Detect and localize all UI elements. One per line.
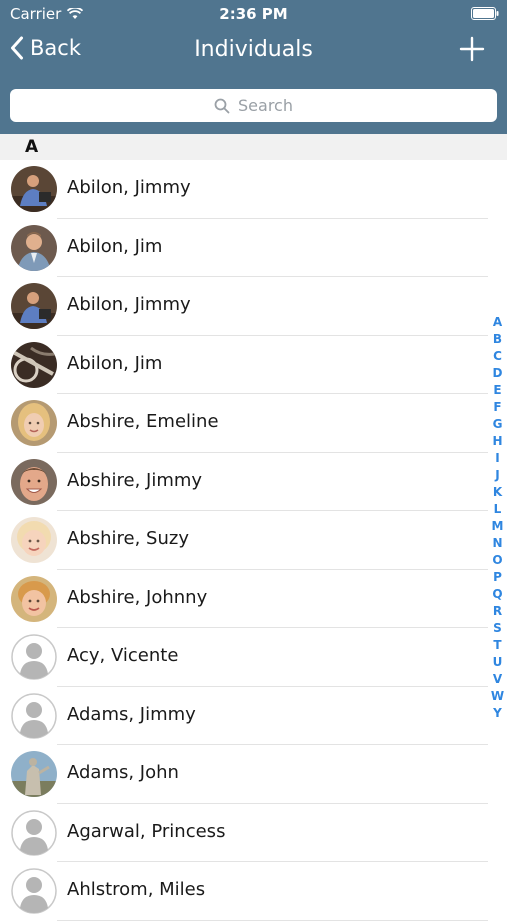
avatar bbox=[11, 400, 57, 446]
avatar bbox=[11, 575, 57, 622]
index-letter[interactable]: G bbox=[488, 416, 507, 433]
index-letter[interactable]: T bbox=[488, 637, 507, 654]
avatar bbox=[11, 634, 57, 680]
contact-name: Ahlstrom, Miles bbox=[67, 879, 206, 900]
status-time: 2:36 PM bbox=[219, 5, 288, 23]
contact-name: Abilon, Jimmy bbox=[67, 177, 191, 198]
index-letter[interactable]: Y bbox=[488, 705, 507, 722]
index-letter[interactable]: R bbox=[488, 603, 507, 620]
contact-row[interactable]: Adams, John bbox=[0, 745, 507, 804]
index-letter[interactable]: A bbox=[488, 314, 507, 331]
contact-row[interactable]: Ahlstrom, Miles bbox=[0, 862, 507, 921]
search-placeholder: Search bbox=[238, 96, 293, 115]
alphabet-index[interactable]: ABCDEFGHIJKLMNOPQRSTUVWY bbox=[488, 314, 507, 722]
avatar bbox=[11, 517, 57, 563]
contact-row[interactable]: Abilon, Jim bbox=[0, 219, 507, 278]
status-bar: Carrier 2:36 PM bbox=[0, 0, 507, 30]
index-letter[interactable]: V bbox=[488, 671, 507, 688]
index-letter[interactable]: S bbox=[488, 620, 507, 637]
index-letter[interactable]: I bbox=[488, 450, 507, 467]
search-input[interactable]: Search bbox=[10, 89, 497, 122]
contact-name: Adams, Jimmy bbox=[67, 703, 196, 725]
avatar bbox=[11, 692, 57, 739]
contact-name: Agarwal, Princess bbox=[67, 820, 226, 842]
index-letter[interactable]: C bbox=[488, 348, 507, 365]
contact-row[interactable]: Abshire, Suzy bbox=[0, 511, 507, 570]
index-letter[interactable]: H bbox=[488, 433, 507, 450]
avatar bbox=[11, 809, 57, 856]
index-letter[interactable]: W bbox=[488, 688, 507, 705]
contact-name: Abilon, Jim bbox=[67, 235, 163, 257]
index-letter[interactable]: N bbox=[488, 535, 507, 552]
avatar bbox=[11, 458, 57, 505]
index-letter[interactable]: E bbox=[488, 382, 507, 399]
nav-bar: Back Individuals bbox=[0, 30, 507, 76]
contact-name: Adams, John bbox=[67, 762, 179, 783]
contact-name: Acy, Vicente bbox=[67, 645, 179, 666]
contact-row[interactable]: Abshire, Jimmy bbox=[0, 453, 507, 512]
avatar bbox=[11, 283, 57, 329]
contact-row[interactable]: Abilon, Jimmy bbox=[0, 277, 507, 336]
contact-name: Abshire, Jimmy bbox=[67, 469, 203, 491]
contact-row[interactable]: Acy, Vicente bbox=[0, 628, 507, 687]
contact-name: Abshire, Emeline bbox=[67, 411, 219, 432]
index-letter[interactable]: Q bbox=[488, 586, 507, 603]
section-letter: A bbox=[25, 137, 39, 157]
index-letter[interactable]: J bbox=[488, 467, 507, 484]
contact-name: Abilon, Jimmy bbox=[67, 294, 191, 315]
contact-row[interactable]: Abilon, Jimmy bbox=[0, 160, 507, 219]
index-letter[interactable]: F bbox=[488, 399, 507, 416]
index-letter[interactable]: P bbox=[488, 569, 507, 586]
avatar bbox=[11, 166, 57, 212]
contact-list: Abilon, Jimmy Abilon, Jim Abilon, Jimmy Abi… bbox=[0, 160, 507, 921]
avatar bbox=[11, 751, 57, 797]
contact-name: Abshire, Suzy bbox=[67, 528, 189, 549]
avatar bbox=[11, 224, 57, 271]
index-letter[interactable]: D bbox=[488, 365, 507, 382]
section-header-a: A bbox=[0, 134, 507, 160]
index-letter[interactable]: K bbox=[488, 484, 507, 501]
contact-name: Abshire, Johnny bbox=[67, 586, 208, 608]
plus-icon[interactable] bbox=[459, 36, 485, 62]
index-letter[interactable]: M bbox=[488, 518, 507, 535]
contact-row[interactable]: Abshire, Johnny bbox=[0, 570, 507, 629]
contact-row[interactable]: Adams, Jimmy bbox=[0, 687, 507, 746]
index-letter[interactable]: L bbox=[488, 501, 507, 518]
search-icon bbox=[214, 98, 230, 113]
index-letter[interactable]: U bbox=[488, 654, 507, 671]
avatar bbox=[11, 341, 57, 388]
contact-row[interactable]: Abshire, Emeline bbox=[0, 394, 507, 453]
index-letter[interactable]: O bbox=[488, 552, 507, 569]
contact-name: Abilon, Jim bbox=[67, 352, 163, 374]
navigation-header: Carrier 2:36 PM Back Individuals Search bbox=[0, 0, 507, 134]
index-letter[interactable]: B bbox=[488, 331, 507, 348]
avatar bbox=[11, 868, 57, 914]
page-title: Individuals bbox=[194, 37, 313, 62]
contact-row[interactable]: Agarwal, Princess bbox=[0, 804, 507, 863]
contact-row[interactable]: Abilon, Jim bbox=[0, 336, 507, 395]
battery-icon bbox=[471, 7, 499, 20]
